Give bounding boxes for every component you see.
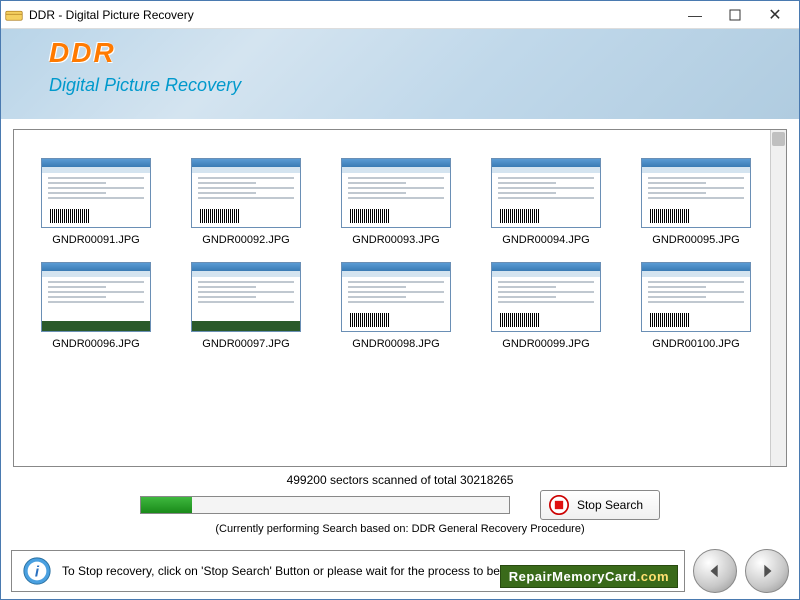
maximize-button[interactable] xyxy=(715,2,755,28)
thumbnail-label: GNDR00092.JPG xyxy=(202,234,289,246)
minimize-button[interactable]: — xyxy=(675,2,715,28)
thumbnail-label: GNDR00099.JPG xyxy=(502,338,589,350)
back-button[interactable] xyxy=(693,549,737,593)
thumbnail-label: GNDR00097.JPG xyxy=(202,338,289,350)
thumbnail-item[interactable]: GNDR00098.JPG xyxy=(332,262,460,350)
progress-note: (Currently performing Search based on: D… xyxy=(215,523,584,535)
header-banner: DDR Digital Picture Recovery xyxy=(1,29,799,119)
app-window: DDR - Digital Picture Recovery — ✕ DDR D… xyxy=(0,0,800,600)
thumbnail-item[interactable]: GNDR00093.JPG xyxy=(332,158,460,246)
thumbnail-label: GNDR00096.JPG xyxy=(52,338,139,350)
thumbnail-item[interactable]: GNDR00099.JPG xyxy=(482,262,610,350)
thumbnail-image xyxy=(191,158,301,228)
thumbnail-label: GNDR00094.JPG xyxy=(502,234,589,246)
stop-search-button[interactable]: Stop Search xyxy=(540,490,660,520)
thumbnail-item[interactable]: GNDR00094.JPG xyxy=(482,158,610,246)
progress-fill xyxy=(141,497,193,513)
footer: i To Stop recovery, click on 'Stop Searc… xyxy=(1,543,799,599)
close-button[interactable]: ✕ xyxy=(755,2,795,28)
results-scrollbar[interactable] xyxy=(770,130,786,466)
thumbnail-image xyxy=(41,262,151,332)
progress-area: 499200 sectors scanned of total 30218265… xyxy=(13,467,787,537)
thumbnail-item[interactable]: GNDR00096.JPG xyxy=(32,262,160,350)
thumbnail-image xyxy=(641,158,751,228)
info-text: To Stop recovery, click on 'Stop Search'… xyxy=(62,564,562,578)
arrow-left-icon xyxy=(706,562,724,580)
app-icon xyxy=(5,8,23,22)
banner-subtitle: Digital Picture Recovery xyxy=(49,75,799,96)
thumbnail-label: GNDR00098.JPG xyxy=(352,338,439,350)
info-box: i To Stop recovery, click on 'Stop Searc… xyxy=(11,550,685,592)
main-content: GNDR00091.JPG GNDR00092.JPG GNDR00093.JPG G… xyxy=(1,119,799,543)
thumbnail-item[interactable]: GNDR00100.JPG xyxy=(632,262,760,350)
thumbnail-label: GNDR00100.JPG xyxy=(652,338,739,350)
logo-text: DDR xyxy=(49,37,799,69)
stop-icon xyxy=(549,495,569,515)
thumbnail-image xyxy=(491,262,601,332)
thumbnail-item[interactable]: GNDR00092.JPG xyxy=(182,158,310,246)
thumbnail-label: GNDR00093.JPG xyxy=(352,234,439,246)
forward-button[interactable] xyxy=(745,549,789,593)
thumbnail-label: GNDR00095.JPG xyxy=(652,234,739,246)
thumbnail-image xyxy=(191,262,301,332)
thumbnail-item[interactable]: GNDR00091.JPG xyxy=(32,158,160,246)
thumbnail-image xyxy=(41,158,151,228)
progress-status: 499200 sectors scanned of total 30218265 xyxy=(287,473,514,487)
thumbnail-image xyxy=(341,158,451,228)
titlebar: DDR - Digital Picture Recovery — ✕ xyxy=(1,1,799,29)
thumbnail-image xyxy=(341,262,451,332)
repair-badge[interactable]: RepairMemoryCard.com xyxy=(500,565,678,588)
results-panel: GNDR00091.JPG GNDR00092.JPG GNDR00093.JPG G… xyxy=(13,129,787,467)
thumbnail-image xyxy=(491,158,601,228)
thumbnail-label: GNDR00091.JPG xyxy=(52,234,139,246)
progress-bar xyxy=(140,496,510,514)
thumbnail-image xyxy=(641,262,751,332)
stop-search-label: Stop Search xyxy=(577,498,643,512)
thumbnail-item[interactable]: GNDR00097.JPG xyxy=(182,262,310,350)
arrow-right-icon xyxy=(758,562,776,580)
info-icon: i xyxy=(22,556,52,586)
thumbnail-item[interactable]: GNDR00095.JPG xyxy=(632,158,760,246)
thumbnails-grid: GNDR00091.JPG GNDR00092.JPG GNDR00093.JPG G… xyxy=(24,140,768,358)
window-title: DDR - Digital Picture Recovery xyxy=(29,8,675,22)
